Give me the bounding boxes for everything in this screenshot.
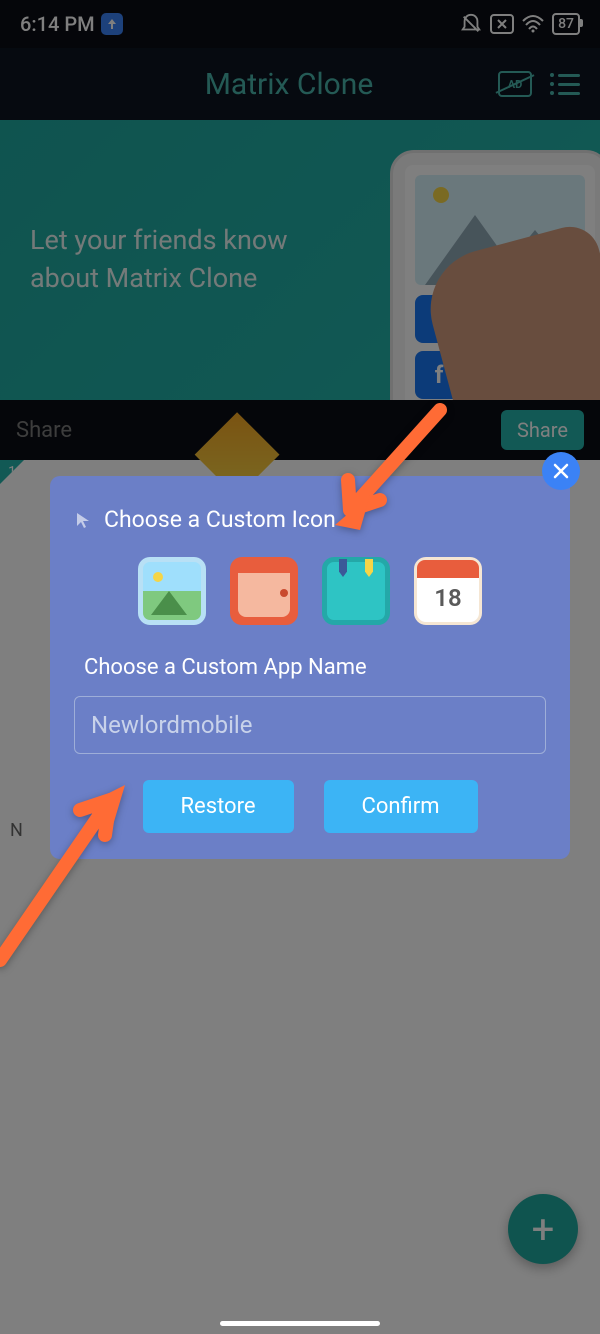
modal-subtitle: Choose a Custom App Name (74, 655, 546, 680)
cursor-icon (74, 510, 94, 530)
calendar-number: 18 (417, 584, 479, 612)
confirm-button[interactable]: Confirm (324, 780, 478, 833)
gallery-icon-option[interactable] (138, 557, 206, 625)
annotation-arrow-1 (300, 400, 450, 544)
icon-options: 18 (74, 557, 546, 625)
restore-button[interactable]: Restore (143, 780, 294, 833)
annotation-arrow-2 (0, 770, 150, 974)
app-name-input[interactable] (74, 696, 546, 754)
home-indicator[interactable] (220, 1321, 380, 1326)
notes-icon-option[interactable] (322, 557, 390, 625)
close-button[interactable] (542, 452, 580, 490)
close-icon (552, 462, 570, 480)
wallet-icon-option[interactable] (230, 557, 298, 625)
calendar-icon-option[interactable]: 18 (414, 557, 482, 625)
